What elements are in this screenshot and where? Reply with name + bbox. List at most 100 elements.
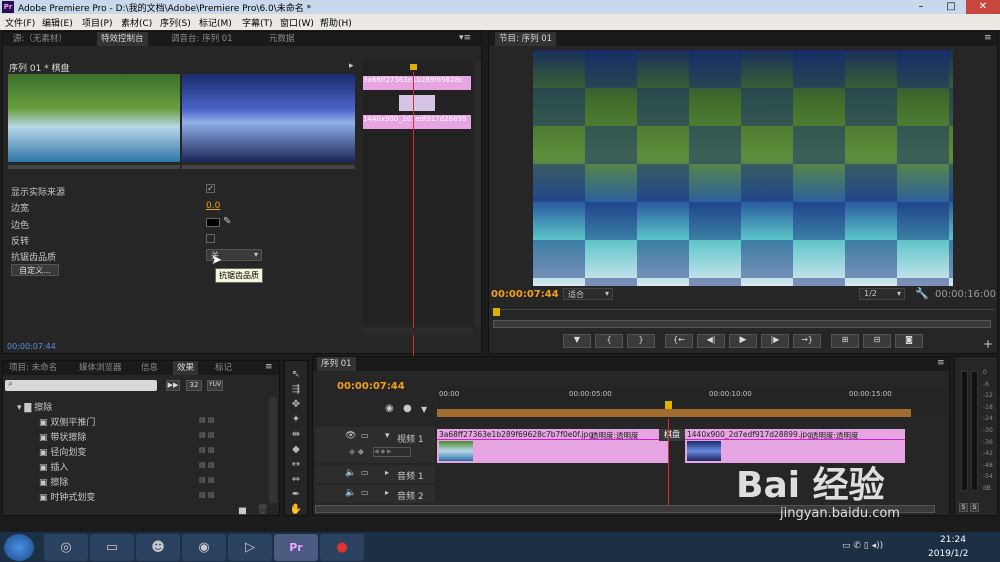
- taskbar-qq[interactable]: ☻: [136, 534, 180, 561]
- custom-button[interactable]: 自定义...: [11, 264, 59, 276]
- menu-marker[interactable]: 标记(M): [199, 16, 232, 29]
- new-bin-icon[interactable]: ▅: [239, 505, 246, 515]
- list-item[interactable]: ▣ 径向划变: [39, 445, 86, 458]
- menu-sequence[interactable]: 序列(S): [160, 16, 191, 29]
- marker-button[interactable]: ▼: [563, 334, 591, 348]
- timeline-zoom-bar[interactable]: [363, 328, 473, 335]
- list-item[interactable]: ▣ 带状擦除: [39, 430, 86, 443]
- mark-out-button[interactable]: }: [627, 334, 655, 348]
- clip-1[interactable]: 3a68ff27363e1b289f69628c7b7f0e0f.jpg 透明度…: [437, 429, 669, 463]
- tray-icons[interactable]: ▭ ✆ ▯ ◂)): [842, 541, 883, 551]
- lock-icon[interactable]: ▭: [361, 468, 369, 477]
- effects-search-input[interactable]: ⌕: [5, 379, 157, 391]
- minimize-button[interactable]: –: [906, 0, 936, 14]
- slider-b[interactable]: [182, 165, 355, 169]
- wrench-icon[interactable]: 🔧: [915, 287, 929, 300]
- tab-effects[interactable]: 效果: [173, 361, 199, 375]
- playhead-marker[interactable]: [410, 64, 417, 70]
- tab-media-browser[interactable]: 媒体浏览器: [79, 361, 122, 375]
- taskbar-camtasia[interactable]: ▷: [228, 534, 272, 561]
- add-button[interactable]: +: [983, 337, 993, 351]
- triangle-right-icon[interactable]: ▸: [385, 468, 389, 477]
- tab-program[interactable]: 节目: 序列 01: [495, 32, 557, 46]
- menu-window[interactable]: 窗口(W): [280, 16, 314, 29]
- close-button[interactable]: ✕: [966, 0, 1000, 14]
- step-back-button[interactable]: ◀|: [697, 334, 725, 348]
- border-color-swatch[interactable]: [206, 218, 220, 227]
- go-to-in-button[interactable]: {←: [665, 334, 693, 348]
- resolution-dropdown[interactable]: 1/2 ▾: [859, 288, 905, 300]
- speaker-icon[interactable]: 🔈: [345, 468, 356, 478]
- step-forward-button[interactable]: |▶: [761, 334, 789, 348]
- track-select-tool-icon[interactable]: ⇶: [288, 384, 304, 395]
- slip-tool-icon[interactable]: ↔: [288, 459, 304, 470]
- triangle-down-icon[interactable]: ▾: [385, 431, 390, 441]
- time-ruler[interactable]: 00:00 00:00:05:00 00:00:10:00 00:00:15:0…: [437, 387, 947, 417]
- go-to-out-button[interactable]: →}: [793, 334, 821, 348]
- solo-right-button[interactable]: S: [970, 503, 979, 512]
- rolling-edit-tool-icon[interactable]: ✦: [288, 414, 304, 425]
- tab-metadata[interactable]: 元数据: [269, 32, 295, 46]
- tab-project[interactable]: 项目: 未命名: [9, 361, 57, 375]
- border-width-value[interactable]: 0.0: [206, 201, 220, 211]
- effect-timecode[interactable]: 00:00:07:44: [7, 342, 56, 351]
- triangle-right-icon[interactable]: ▸: [385, 488, 389, 497]
- taskbar-app-360[interactable]: ◎: [44, 534, 88, 561]
- menu-file[interactable]: 文件(F): [5, 16, 35, 29]
- menu-title[interactable]: 字幕(T): [242, 16, 273, 29]
- taskbar-recorder[interactable]: ●: [320, 534, 364, 561]
- mark-in-button[interactable]: {: [595, 334, 623, 348]
- yuv-button[interactable]: YUV: [207, 380, 223, 391]
- fit-dropdown[interactable]: 适合 ▾: [563, 288, 613, 300]
- taskbar-firefox[interactable]: ◉: [182, 534, 226, 561]
- hand-tool-icon[interactable]: ✋: [288, 504, 304, 515]
- panel-menu-icon[interactable]: ≡: [984, 33, 992, 43]
- timeline-playhead[interactable]: [665, 401, 672, 409]
- panel-menu-icon[interactable]: ≡: [937, 358, 945, 368]
- transition-checkerboard[interactable]: 棋盘: [659, 429, 685, 441]
- keyframe-nav[interactable]: ◀ ◆ ▶: [373, 447, 411, 457]
- pen-tool-icon[interactable]: ✒: [288, 489, 304, 500]
- rate-stretch-tool-icon[interactable]: ⇹: [288, 429, 304, 440]
- program-playhead[interactable]: [493, 308, 500, 316]
- slide-tool-icon[interactable]: ⇔: [288, 474, 304, 485]
- accelerated-effects-button[interactable]: ▶▶: [166, 380, 180, 391]
- 32bit-button[interactable]: 32: [186, 380, 202, 391]
- play-button[interactable]: ▶: [729, 334, 757, 348]
- panel-menu-icon[interactable]: ≡: [265, 362, 273, 372]
- clip-a-bar[interactable]: 3a68ff27363e1b289f69628c: [363, 76, 471, 90]
- extract-button[interactable]: ⊟: [863, 334, 891, 348]
- tab-effect-controls[interactable]: 特效控制台: [97, 32, 148, 46]
- menu-edit[interactable]: 编辑(E): [42, 16, 73, 29]
- program-timecode[interactable]: 00:00:07:44: [491, 289, 559, 300]
- show-source-checkbox[interactable]: ✓: [206, 184, 215, 193]
- effects-scrollbar[interactable]: [269, 397, 277, 503]
- tab-sequence[interactable]: 序列 01: [317, 357, 356, 371]
- list-item[interactable]: ▣ 时钟式划变: [39, 490, 95, 503]
- folder-wipe[interactable]: ▾ ▇ 擦除: [17, 400, 52, 413]
- keyframe-icon[interactable]: ◈ ◆: [349, 447, 364, 456]
- collapse-arrow-icon[interactable]: ▸: [349, 61, 354, 71]
- reverse-checkbox[interactable]: [206, 234, 215, 243]
- selection-tool-icon[interactable]: ↖: [288, 369, 304, 380]
- program-scrollbar[interactable]: [493, 320, 991, 328]
- tab-audio-mixer[interactable]: 调音台: 序列 01: [171, 32, 233, 46]
- slider-a[interactable]: [8, 165, 180, 169]
- delete-icon[interactable]: 🗑: [257, 505, 268, 515]
- tab-info[interactable]: 信息: [141, 361, 158, 375]
- clip-b-bar[interactable]: 1440x900_2d7edf917d28899: [363, 115, 471, 129]
- menu-project[interactable]: 项目(P): [82, 16, 112, 29]
- camera-icon[interactable]: ◙: [895, 334, 923, 348]
- eyedropper-icon[interactable]: ✎: [223, 216, 231, 227]
- solo-left-button[interactable]: S: [959, 503, 968, 512]
- add-marker-icon[interactable]: ▼: [421, 405, 427, 414]
- maximize-button[interactable]: □: [936, 0, 966, 14]
- menu-clip[interactable]: 素材(C): [121, 16, 152, 29]
- lift-button[interactable]: ⊞: [831, 334, 859, 348]
- start-button[interactable]: [4, 534, 34, 561]
- ripple-edit-tool-icon[interactable]: ✥: [288, 399, 304, 410]
- panel-menu-icon[interactable]: ▾≡: [459, 33, 471, 43]
- taskbar-premiere[interactable]: Pr: [274, 534, 318, 561]
- timeline-timecode[interactable]: 00:00:07:44: [337, 381, 405, 392]
- lock-icon[interactable]: ▭: [361, 488, 369, 497]
